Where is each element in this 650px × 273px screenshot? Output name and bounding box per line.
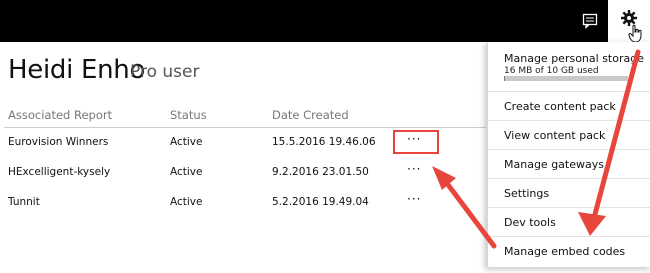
table-header-divider xyxy=(4,127,486,128)
top-bar xyxy=(0,0,650,42)
storage-usage-bar xyxy=(504,76,628,81)
user-name: Heidi Enho xyxy=(8,55,146,85)
user-tier: Pro user xyxy=(130,62,200,82)
annotation-highlight-box xyxy=(393,130,439,154)
report-status: Active xyxy=(170,196,203,208)
menu-item-manage-gateways[interactable]: Manage gateways xyxy=(488,150,650,179)
more-options-button[interactable]: ··· xyxy=(407,162,421,176)
report-date: 15.5.2016 19.46.06 xyxy=(272,136,376,148)
column-header-status[interactable]: Status xyxy=(170,108,207,122)
menu-item-manage-embed-codes[interactable]: Manage embed codes xyxy=(488,237,650,266)
menu-item-dev-tools[interactable]: Dev tools xyxy=(488,208,650,237)
settings-button[interactable] xyxy=(608,0,650,43)
column-header-report[interactable]: Associated Report xyxy=(8,108,112,122)
report-name[interactable]: Tunnit xyxy=(8,196,40,208)
report-status: Active xyxy=(170,136,203,148)
report-date: 9.2.2016 23.01.50 xyxy=(272,166,369,178)
report-status: Active xyxy=(170,166,203,178)
feedback-icon xyxy=(582,13,598,29)
storage-usage: 16 MB of 10 GB used xyxy=(504,66,599,76)
report-name[interactable]: HExcelligent-kysely xyxy=(8,166,110,178)
more-options-button[interactable]: ··· xyxy=(407,192,421,206)
hand-cursor-icon xyxy=(628,24,642,43)
report-name[interactable]: Eurovision Winners xyxy=(8,136,108,148)
annotation-arrow-to-dots xyxy=(432,166,497,249)
storage-label: Manage personal storage xyxy=(504,52,644,65)
menu-item-settings[interactable]: Settings xyxy=(488,179,650,208)
column-header-date[interactable]: Date Created xyxy=(272,108,349,122)
storage-usage-fill xyxy=(504,76,505,81)
settings-dropdown-menu: Manage personal storage 16 MB of 10 GB u… xyxy=(487,42,650,267)
menu-item-manage-storage[interactable]: Manage personal storage 16 MB of 10 GB u… xyxy=(488,42,650,92)
report-date: 5.2.2016 19.49.04 xyxy=(272,196,369,208)
feedback-button[interactable] xyxy=(572,0,608,42)
menu-item-create-content-pack[interactable]: Create content pack xyxy=(488,92,650,121)
menu-item-view-content-pack[interactable]: View content pack xyxy=(488,121,650,150)
